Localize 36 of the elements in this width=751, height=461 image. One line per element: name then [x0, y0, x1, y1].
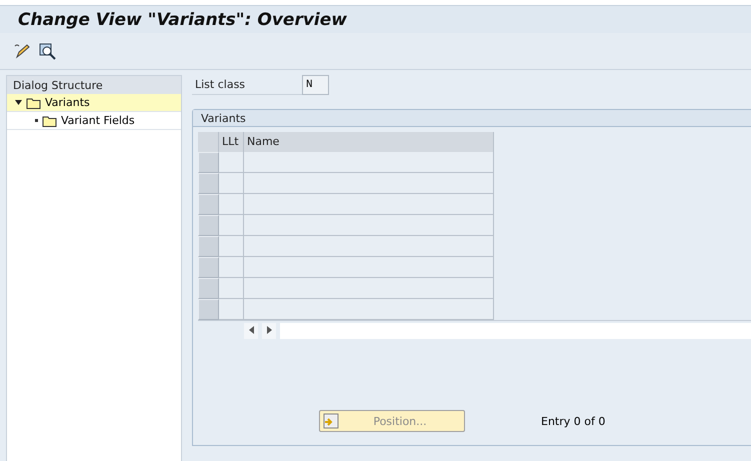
tree-item[interactable]: Variants [7, 94, 181, 112]
magnifier-icon[interactable] [39, 42, 56, 60]
table-cell [219, 257, 244, 278]
bullet-icon [35, 119, 38, 122]
table-cell [219, 236, 244, 257]
row-selector[interactable] [198, 173, 219, 194]
position-icon [323, 413, 339, 429]
caret-icon[interactable] [15, 100, 22, 105]
entry-count: Entry 0 of 0 [541, 414, 606, 428]
group-title: Variants [193, 110, 751, 127]
right-arrow-icon [266, 326, 272, 334]
row-selector[interactable] [198, 236, 219, 257]
panel-title: Dialog Structure [7, 76, 181, 94]
row-selector[interactable] [198, 257, 219, 278]
row-selector[interactable] [198, 215, 219, 236]
left-arrow-icon [248, 326, 254, 334]
window-title: Change View "Variants": Overview [0, 5, 751, 33]
folder-icon [26, 96, 41, 108]
table-cell [219, 278, 244, 299]
column-header[interactable]: LLt [219, 132, 244, 152]
row-selector[interactable] [198, 152, 219, 173]
scroll-left-button[interactable] [244, 322, 258, 338]
folder-icon [42, 114, 57, 126]
scroll-track[interactable] [280, 322, 751, 338]
scroll-right-button[interactable] [262, 322, 276, 338]
table-cell [219, 173, 244, 194]
column-header[interactable]: Name [244, 132, 494, 152]
row-selector[interactable] [198, 194, 219, 215]
table-cell [219, 215, 244, 236]
input-field[interactable]: N [302, 75, 329, 95]
row-selector[interactable] [198, 278, 219, 299]
table-cell [219, 194, 244, 215]
table-cell [219, 152, 244, 173]
pencil-icon[interactable] [14, 43, 31, 59]
row-selector[interactable] [198, 299, 219, 320]
select-all-header[interactable] [198, 132, 219, 152]
